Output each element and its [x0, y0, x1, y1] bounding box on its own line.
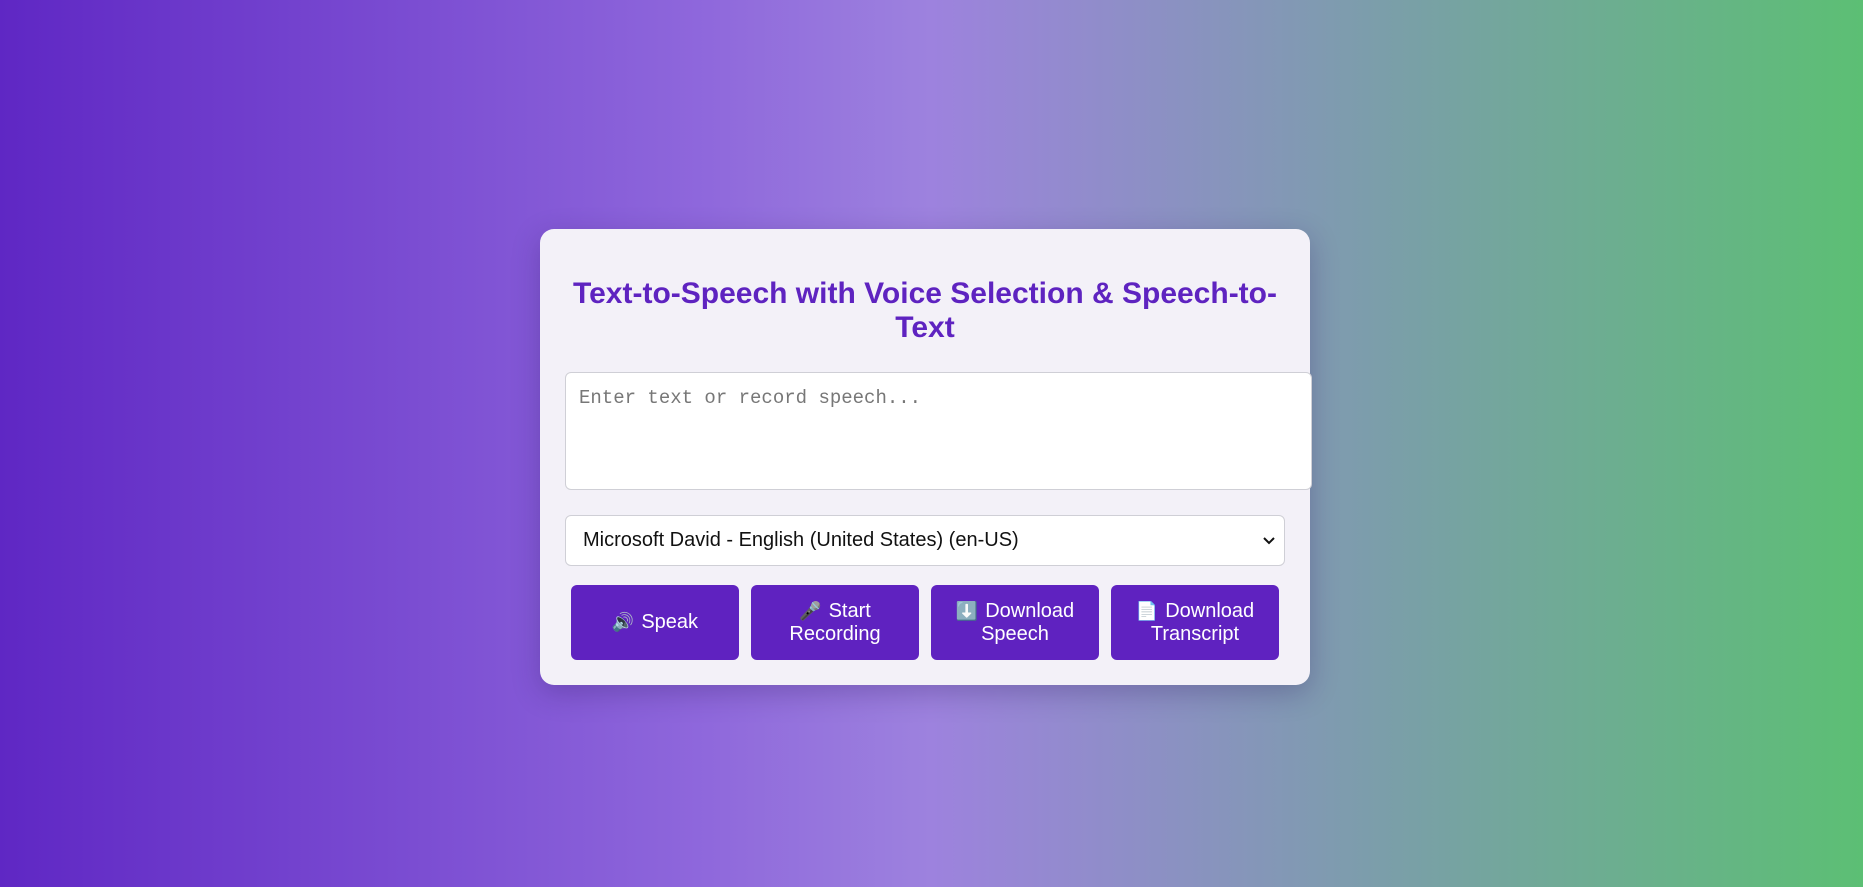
voice-select[interactable]: Microsoft David - English (United States… — [565, 515, 1285, 566]
speak-button-label: Speak — [641, 611, 699, 633]
speaker-icon: 🔊 — [611, 612, 635, 632]
main-card: Text-to-Speech with Voice Selection & Sp… — [540, 229, 1312, 685]
speak-button[interactable]: 🔊 Speak — [571, 585, 739, 660]
document-icon: 📄 — [1135, 600, 1159, 621]
text-input[interactable] — [565, 372, 1312, 490]
download-transcript-button[interactable]: 📄 Download Transcript — [1111, 585, 1279, 660]
page-title: Text-to-Speech with Voice Selection & Sp… — [573, 277, 1277, 344]
download-speech-button[interactable]: ⬇️ Download Speech — [931, 585, 1099, 660]
start-recording-button[interactable]: 🎤 Start Recording — [751, 585, 919, 660]
download-transcript-button-label: Download Transcript — [1150, 599, 1255, 645]
download-speech-button-label: Download Speech — [981, 599, 1075, 645]
voice-select-value: Microsoft David - English (United States… — [583, 529, 1019, 551]
microphone-icon: 🎤 — [799, 600, 822, 621]
download-arrow-icon: ⬇️ — [955, 600, 979, 621]
chevron-down-icon — [1258, 515, 1280, 566]
